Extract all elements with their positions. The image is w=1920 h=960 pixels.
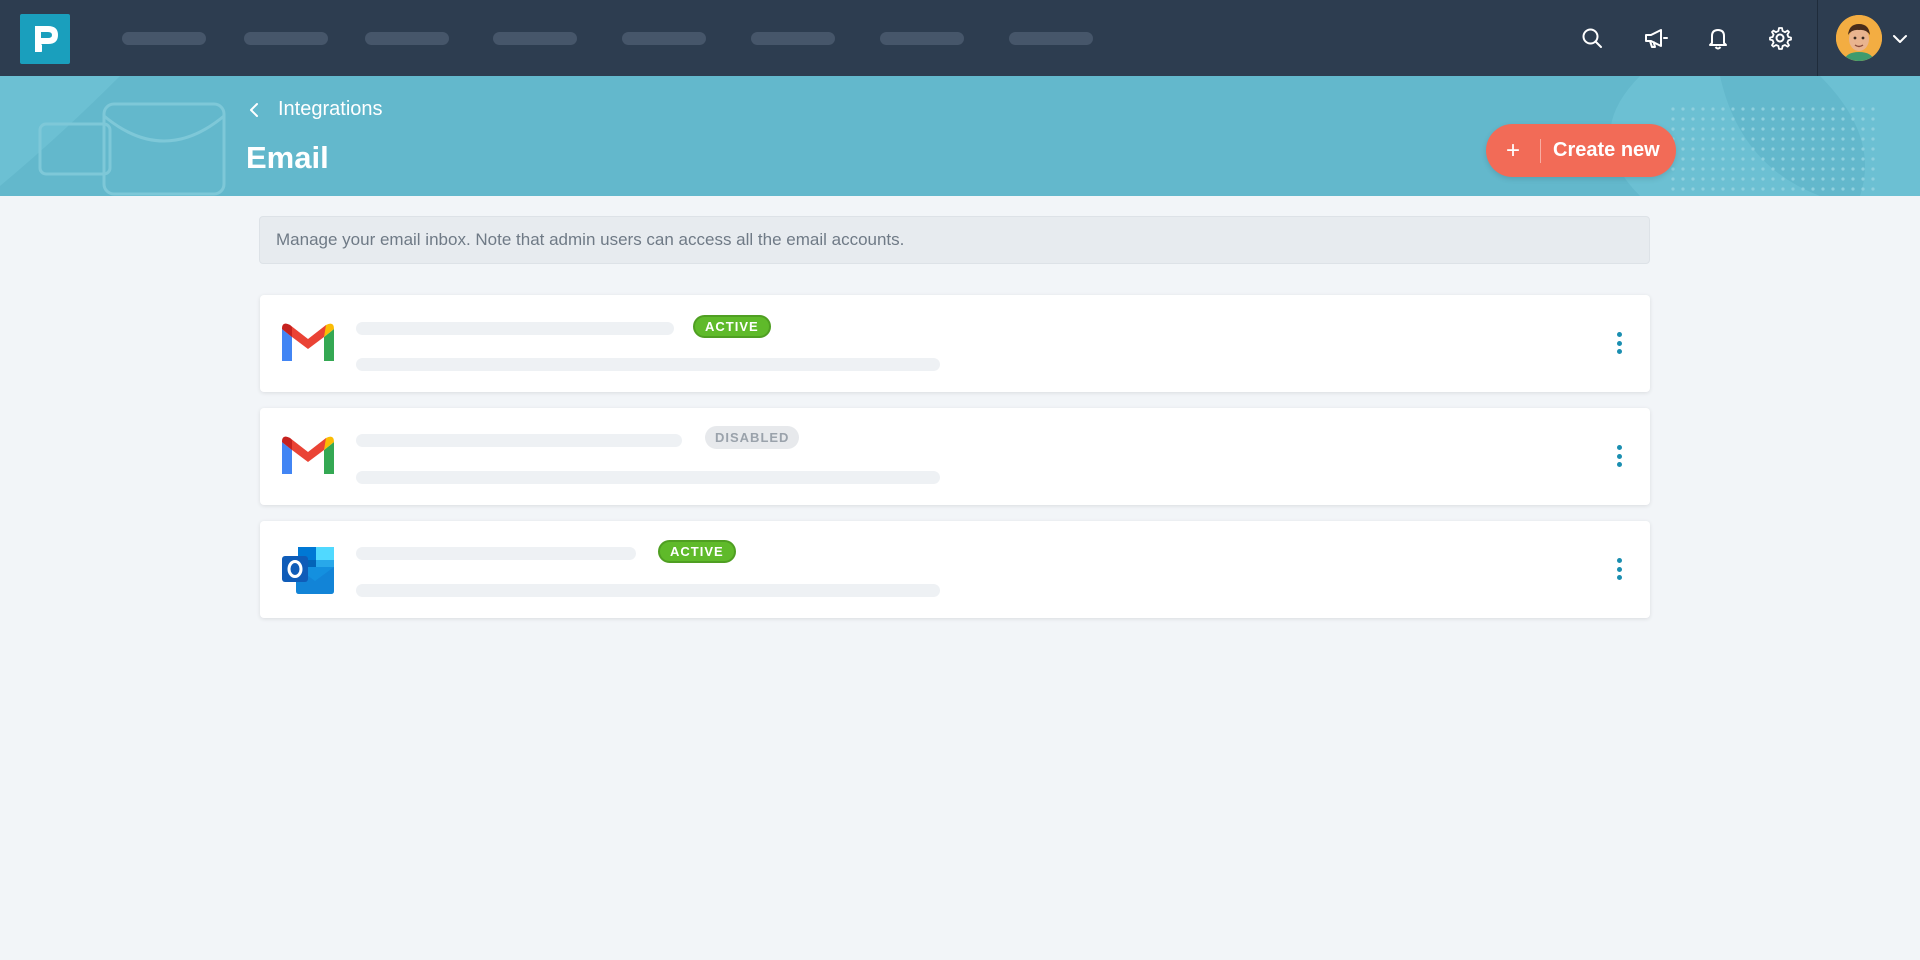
status-badge: ACTIVE — [693, 315, 771, 338]
megaphone-icon[interactable] — [1641, 24, 1669, 52]
nav-item-placeholder[interactable] — [622, 32, 706, 45]
chevron-down-icon[interactable] — [1892, 31, 1908, 52]
plus-icon: + — [1505, 137, 1520, 164]
gmail-icon — [280, 321, 336, 365]
account-name-placeholder — [356, 547, 636, 560]
more-options-icon[interactable] — [1612, 441, 1626, 471]
account-detail-placeholder — [356, 358, 940, 371]
breadcrumb-link-integrations[interactable]: Integrations — [278, 98, 383, 121]
create-new-button[interactable]: + Create new — [1486, 124, 1676, 177]
nav-divider — [1817, 0, 1818, 76]
top-navigation-bar — [0, 0, 1920, 76]
status-badge: DISABLED — [705, 426, 800, 449]
account-name-placeholder — [356, 434, 682, 447]
status-badge: ACTIVE — [658, 540, 736, 563]
gmail-icon — [280, 434, 336, 478]
list-item[interactable]: ACTIVE — [260, 295, 1650, 392]
nav-item-placeholder[interactable] — [493, 32, 577, 45]
list-item[interactable]: ACTIVE — [260, 521, 1650, 618]
nav-item-placeholder[interactable] — [122, 32, 206, 45]
search-icon[interactable] — [1578, 24, 1606, 52]
nav-item-placeholder[interactable] — [244, 32, 328, 45]
account-detail-placeholder — [356, 471, 940, 484]
nav-item-placeholder[interactable] — [1009, 32, 1093, 45]
account-name-placeholder — [356, 322, 674, 335]
dot-pattern — [1670, 106, 1880, 196]
more-options-icon[interactable] — [1612, 554, 1626, 584]
outlook-icon — [280, 547, 336, 594]
info-note: Manage your email inbox. Note that admin… — [259, 216, 1650, 264]
create-new-label: Create new — [1553, 139, 1660, 161]
nav-item-placeholder[interactable] — [880, 32, 964, 45]
app-logo-icon[interactable] — [20, 14, 70, 64]
gear-icon[interactable] — [1766, 24, 1794, 52]
nav-item-placeholder[interactable] — [365, 32, 449, 45]
list-item[interactable]: DISABLED — [260, 408, 1650, 505]
user-avatar[interactable] — [1836, 15, 1882, 61]
page-title: Email — [246, 140, 329, 175]
more-options-icon[interactable] — [1612, 328, 1626, 358]
nav-item-placeholder[interactable] — [751, 32, 835, 45]
bell-icon[interactable] — [1704, 24, 1732, 52]
breadcrumb[interactable]: Integrations — [244, 98, 383, 121]
chevron-left-icon[interactable] — [244, 100, 264, 120]
account-detail-placeholder — [356, 584, 940, 597]
